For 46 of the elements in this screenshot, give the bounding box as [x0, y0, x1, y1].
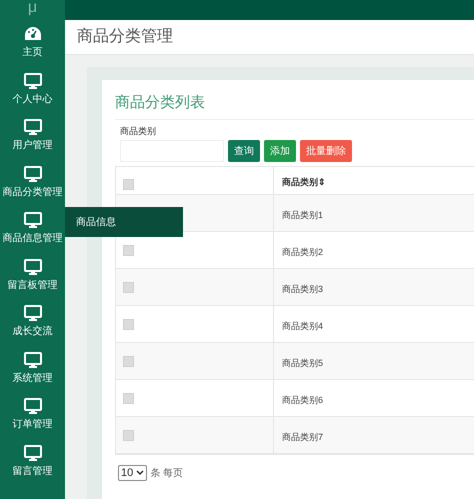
- sidebar-item[interactable]: 商品分类管理: [0, 160, 65, 206]
- monitor-icon: [24, 212, 42, 228]
- monitor-icon: [24, 398, 42, 414]
- query-button[interactable]: 查询: [228, 140, 260, 162]
- add-button[interactable]: 添加: [264, 140, 296, 162]
- table-cell: 商品类别7: [282, 432, 324, 442]
- sidebar-item[interactable]: 系统管理: [0, 346, 65, 392]
- dashboard-icon: [24, 26, 42, 42]
- monitor-icon: [24, 305, 42, 322]
- checkbox[interactable]: [123, 356, 134, 367]
- sidebar-item[interactable]: 个人中心: [0, 66, 65, 113]
- page-title: 商品分类管理: [77, 26, 173, 47]
- sidebar-item[interactable]: 用户管理: [0, 113, 65, 160]
- checkbox[interactable]: [123, 179, 134, 190]
- table-cell: 商品类别5: [282, 358, 324, 368]
- sidebar-item[interactable]: 商品信息管理: [0, 206, 65, 252]
- sidebar-item[interactable]: 留言板管理: [0, 252, 65, 299]
- sidebar-item[interactable]: 订单管理: [0, 392, 65, 438]
- table-cell: 商品类别1: [282, 210, 324, 220]
- page-size-label: 条 每页: [150, 466, 184, 480]
- chevron-down-icon: [136, 470, 144, 476]
- monitor-icon: [24, 444, 42, 461]
- monitor-icon: [24, 352, 42, 368]
- table-cell: 商品类别2: [282, 247, 324, 257]
- sidebar-item[interactable]: 成长交流: [0, 299, 65, 346]
- sidebar-item[interactable]: 留言管理: [0, 438, 65, 485]
- monitor-icon: [24, 258, 42, 275]
- table-cell: 商品类别6: [282, 395, 324, 405]
- table-cell: 商品类别3: [282, 284, 324, 294]
- page-size-select[interactable]: 10: [118, 465, 148, 481]
- checkbox[interactable]: [123, 245, 134, 256]
- delete-button[interactable]: 批量删除: [300, 140, 352, 162]
- checkbox[interactable]: [123, 430, 134, 441]
- monitor-icon: [24, 119, 42, 136]
- checkbox[interactable]: [123, 319, 134, 330]
- checkbox[interactable]: [123, 282, 134, 293]
- logo: μ: [26, 0, 38, 18]
- table-cell: 商品类别4: [282, 321, 324, 331]
- sidebar-item[interactable]: 主页: [0, 20, 65, 66]
- card-title: 商品分类列表: [115, 92, 474, 120]
- monitor-icon: [24, 166, 42, 182]
- monitor-icon: [24, 72, 42, 89]
- checkbox[interactable]: [123, 393, 134, 404]
- flyout-menu-item[interactable]: 商品信息: [65, 207, 183, 237]
- search-label: 商品类别: [120, 124, 157, 138]
- column-header[interactable]: 商品类别⇕: [282, 176, 326, 190]
